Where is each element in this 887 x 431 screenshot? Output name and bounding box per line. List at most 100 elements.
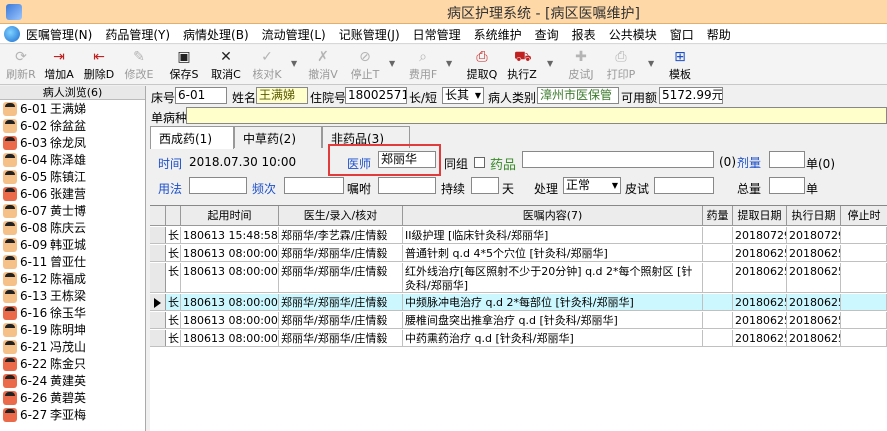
header-stop-time[interactable]: 停止时 [841, 206, 887, 226]
header-extract-date[interactable]: 提取日期 [733, 206, 787, 226]
patient-item[interactable]: 6-05 陈镇江 [0, 168, 145, 185]
patient-item[interactable]: 6-04 陈泽雄 [0, 151, 145, 168]
patient-item[interactable]: 6-11 曾亚仕 [0, 253, 145, 270]
patient-avatar-icon [3, 186, 17, 201]
row-marker[interactable] [150, 245, 166, 261]
menu-item-8[interactable]: 报表 [572, 26, 596, 43]
print-button[interactable]: ⎙ 打印P [602, 47, 640, 83]
system-menu-icon[interactable] [4, 26, 20, 42]
menu-item-0[interactable]: 医嘱管理(N) [26, 26, 92, 43]
group-checkbox[interactable] [474, 157, 485, 168]
freq-field[interactable] [284, 177, 344, 194]
menu-item-5[interactable]: 日常管理 [413, 26, 461, 43]
table-row[interactable]: 长 180613 08:00:00 郑丽华/郑丽华/庄情毅 普通针刺 q.d 4*5个… [150, 245, 887, 262]
row-kind: 长 [168, 312, 181, 328]
menu-item-7[interactable]: 查询 [535, 26, 559, 43]
table-row[interactable]: 长 180613 08:00:00 郑丽华/郑丽华/庄情毅 红外线治疗[每区照射不少于… [150, 263, 887, 293]
patient-item[interactable]: 6-22 陈金只 [0, 355, 145, 372]
patient-item[interactable]: 6-03 徐龙凤 [0, 134, 145, 151]
cost-button[interactable]: ⌕ 费用F [404, 47, 442, 83]
usage-field[interactable] [189, 177, 247, 194]
print-dropdown-icon[interactable]: ▼ [648, 59, 654, 68]
modify-button[interactable]: ✎ 修改E [120, 47, 158, 83]
patient-type-field[interactable]: 漳州市医保管 [537, 87, 619, 104]
delete-button[interactable]: ⇤ 删除D [80, 47, 118, 83]
table-row[interactable]: 长 180613 08:00:00 郑丽华/郑丽华/庄情毅 中频脉冲电治疗 q.d 2… [150, 294, 887, 311]
patient-avatar-icon [3, 271, 17, 286]
drug-field[interactable] [522, 151, 714, 168]
patient-item[interactable]: 6-06 张建营 [0, 185, 145, 202]
advice-field[interactable] [378, 177, 436, 194]
stop-dropdown-icon[interactable]: ▼ [389, 59, 395, 68]
execute-dropdown-icon[interactable]: ▼ [547, 59, 553, 68]
menu-item-6[interactable]: 系统维护 [474, 26, 522, 43]
tab-herbal[interactable]: 中草药(2) [234, 126, 322, 148]
duration-field[interactable] [471, 177, 499, 194]
menu-item-11[interactable]: 帮助 [707, 26, 731, 43]
row-execute-date: 20180625 [787, 263, 841, 292]
pick-button[interactable]: ⎙ 提取Q [463, 47, 501, 83]
stop-button[interactable]: ⊘ 停止T [346, 47, 384, 83]
name-field[interactable]: 王满娣 [256, 87, 308, 104]
patient-item[interactable]: 6-16 徐玉华 [0, 304, 145, 321]
patient-item[interactable]: 6-12 陈福成 [0, 270, 145, 287]
revoke-button[interactable]: ✗ 撤消V [304, 47, 342, 83]
patient-item[interactable]: 6-07 黄士博 [0, 202, 145, 219]
total-field[interactable] [769, 177, 805, 194]
time-label: 时间 [158, 157, 183, 171]
header-amount[interactable]: 药量 [703, 206, 733, 226]
patient-item[interactable]: 6-08 陈庆云 [0, 219, 145, 236]
menu-item-2[interactable]: 病情处理(B) [183, 26, 249, 43]
disease-field[interactable] [186, 107, 887, 124]
cost-dropdown-icon[interactable]: ▼ [446, 59, 452, 68]
patient-item[interactable]: 6-27 李亚梅 [0, 406, 145, 423]
patient-item[interactable]: 6-01 王满娣 [0, 100, 145, 117]
patient-item[interactable]: 6-13 王栋梁 [0, 287, 145, 304]
execute-button[interactable]: ⛟ 执行Z [503, 47, 541, 83]
patient-item[interactable]: 6-21 冯茂山 [0, 338, 145, 355]
row-marker[interactable] [150, 330, 166, 346]
check-dropdown-icon[interactable]: ▼ [291, 59, 297, 68]
dose-field[interactable] [769, 151, 805, 168]
menu-item-4[interactable]: 记账管理(J) [339, 26, 400, 43]
row-marker[interactable] [150, 263, 166, 292]
inpatient-field[interactable]: 18002571 [345, 87, 407, 104]
row-start-time: 180613 08:00:00 [183, 294, 279, 310]
check-button[interactable]: ✓ 核对K [248, 47, 286, 83]
menu-item-10[interactable]: 窗口 [670, 26, 694, 43]
template-button[interactable]: ⊞ 模板 [661, 47, 699, 83]
table-row[interactable]: 长 180613 08:00:00 郑丽华/郑丽华/庄情毅 中药熏药治疗 q.d [针… [150, 330, 887, 347]
cancel-button[interactable]: ✕ 取消C [207, 47, 245, 83]
header-execute-date[interactable]: 执行日期 [787, 206, 841, 226]
menu-item-9[interactable]: 公共模块 [609, 26, 657, 43]
tab-western[interactable]: 西成药(1) [150, 126, 234, 149]
patient-name: 陈金只 [50, 357, 87, 371]
refresh-button[interactable]: ⟳ 刷新R [2, 47, 40, 83]
header-doctor[interactable]: 医生/录入/核对 [279, 206, 403, 226]
row-execute-date: 20180625 [789, 245, 841, 261]
term-select[interactable]: 长其 ▼ [442, 87, 484, 104]
table-row[interactable]: 长 180613 15:48:58 郑丽华/李艺霖/庄情毅 II级护理 [临床针灸科/… [150, 227, 887, 244]
add-row-icon: ⇥ [53, 49, 65, 65]
row-marker[interactable] [150, 294, 166, 310]
process-select[interactable]: 正常 ▼ [563, 177, 621, 194]
row-marker[interactable] [150, 227, 166, 243]
table-row[interactable]: 长 180613 08:00:00 郑丽华/郑丽华/庄情毅 腰椎间盘突出推拿治疗 q.… [150, 312, 887, 329]
header-content[interactable]: 医嘱内容(7) [403, 206, 703, 226]
patient-item[interactable]: 6-02 徐盆盆 [0, 117, 145, 134]
bed-field[interactable]: 6-01 [175, 87, 227, 104]
row-marker[interactable] [150, 312, 166, 328]
menu-item-3[interactable]: 流动管理(L) [262, 26, 326, 43]
skin-test-field[interactable] [654, 177, 714, 194]
add-button[interactable]: ⇥ 增加A [40, 47, 78, 83]
header-start[interactable]: 起用时间 [181, 206, 279, 226]
patient-item[interactable]: 6-09 韩亚城 [0, 236, 145, 253]
menu-item-1[interactable]: 药品管理(Y) [105, 26, 170, 43]
time-value[interactable]: 2018.07.30 10:00 [189, 155, 296, 169]
patient-bed: 6-12 [20, 271, 48, 286]
save-button[interactable]: ▣ 保存S [165, 47, 203, 83]
patient-item[interactable]: 6-19 陈明坤 [0, 321, 145, 338]
patient-item[interactable]: 6-24 黄建英 [0, 372, 145, 389]
skin-test-button[interactable]: ✚ 皮试J [562, 47, 600, 83]
patient-item[interactable]: 6-26 黄碧英 [0, 389, 145, 406]
